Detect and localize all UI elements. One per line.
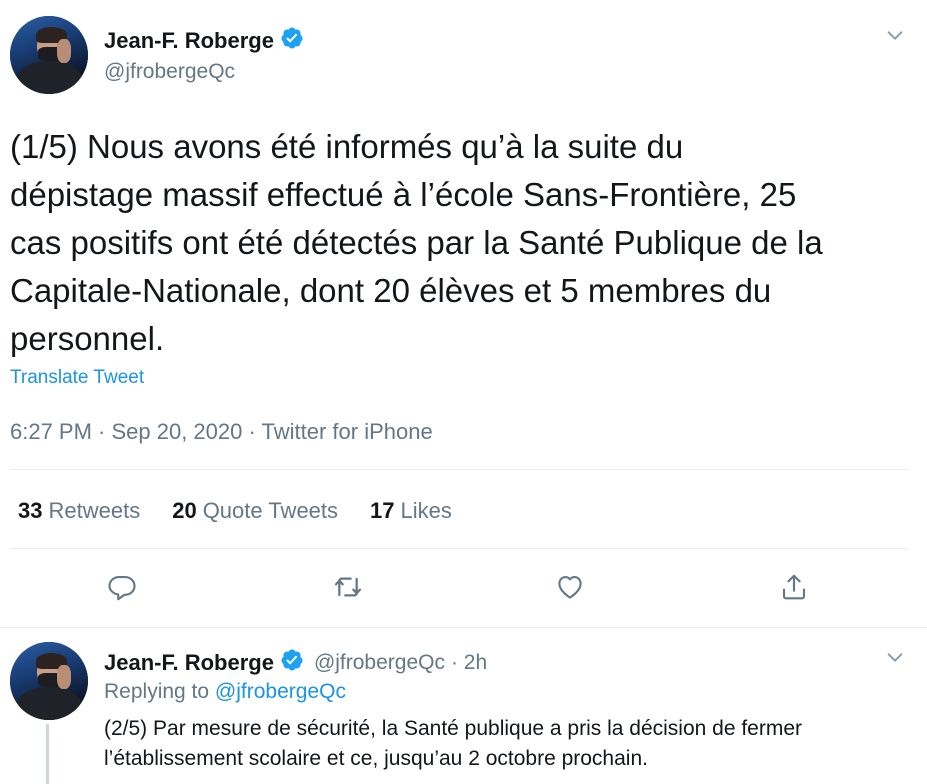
retweets-count: 33 xyxy=(18,498,43,523)
divider xyxy=(10,548,908,549)
retweet-button[interactable] xyxy=(326,567,370,611)
reply-icon xyxy=(107,572,137,607)
translate-tweet-link[interactable]: Translate Tweet xyxy=(10,367,144,389)
quote-tweets-stat[interactable]: 20 Quote Tweets xyxy=(172,498,338,524)
tweet-timestamp[interactable]: 6:27 PM · Sep 20, 2020 · Twitter for iPh… xyxy=(10,419,433,445)
chevron-down-icon[interactable] xyxy=(884,646,906,673)
like-button[interactable] xyxy=(548,567,592,611)
tweet-text: (1/5) Nous avons été informés qu’à la su… xyxy=(10,123,910,363)
quote-tweets-label: Quote Tweets xyxy=(202,498,339,523)
retweets-stat[interactable]: 33 Retweets xyxy=(18,498,140,524)
reply-author-row: Jean-F. Roberge @jfrobergeQc · 2h xyxy=(104,648,487,677)
author-handle[interactable]: @jfrobergeQc xyxy=(104,60,235,84)
avatar[interactable] xyxy=(10,16,88,94)
replying-to: Replying to @jfrobergeQc xyxy=(104,680,346,704)
retweets-label: Retweets xyxy=(48,498,141,523)
likes-label: Likes xyxy=(400,498,452,523)
author-display-name[interactable]: Jean-F. Roberge xyxy=(104,28,274,54)
reply-text-line: (2/5) Par mesure de sécurité, la Santé p… xyxy=(104,717,803,740)
reply-author-handle[interactable]: @jfrobergeQc xyxy=(314,651,445,675)
likes-count: 17 xyxy=(370,498,395,523)
avatar[interactable] xyxy=(10,642,88,720)
share-icon xyxy=(779,572,809,607)
author-name-row[interactable]: Jean-F. Roberge xyxy=(104,26,304,55)
tweet-text-line: Capitale-Nationale, dont 20 élèves et 5 … xyxy=(10,272,772,309)
quote-tweets-count: 20 xyxy=(172,498,197,523)
reply-author-display-name[interactable]: Jean-F. Roberge xyxy=(104,650,274,676)
tweet-stats: 33 Retweets 20 Quote Tweets 17 Likes xyxy=(18,498,484,524)
share-button[interactable] xyxy=(772,567,816,611)
tweet-text-line: personnel. xyxy=(10,320,165,357)
tweet-text-line: (1/5) Nous avons été informés qu’à la su… xyxy=(10,128,684,165)
reply-timestamp[interactable]: · 2h xyxy=(451,651,487,675)
tweet-actions xyxy=(0,567,927,611)
thread-connector-line xyxy=(46,724,49,784)
likes-stat[interactable]: 17 Likes xyxy=(370,498,452,524)
reply-button[interactable] xyxy=(100,567,144,611)
divider xyxy=(10,469,908,470)
chevron-down-icon[interactable] xyxy=(884,24,906,51)
replying-to-label: Replying to xyxy=(104,680,210,703)
verified-badge-icon xyxy=(280,26,304,55)
reply-tweet[interactable]: Jean-F. Roberge @jfrobergeQc · 2h Replyi… xyxy=(0,628,927,784)
tweet-text-line: dépistage massif effectué à l’école Sans… xyxy=(10,176,797,213)
replying-to-handle-link[interactable]: @jfrobergeQc xyxy=(215,680,346,703)
retweet-icon xyxy=(332,571,364,608)
main-tweet: Jean-F. Roberge @jfrobergeQc (1/5) Nous … xyxy=(0,0,927,628)
like-icon xyxy=(555,572,585,607)
reply-tweet-text: (2/5) Par mesure de sécurité, la Santé p… xyxy=(104,714,904,774)
reply-text-line: l’établissement scolaire et ce, jusqu’au… xyxy=(104,747,648,770)
verified-badge-icon xyxy=(280,648,304,677)
tweet-text-line: cas positifs ont été détectés par la San… xyxy=(10,224,823,261)
